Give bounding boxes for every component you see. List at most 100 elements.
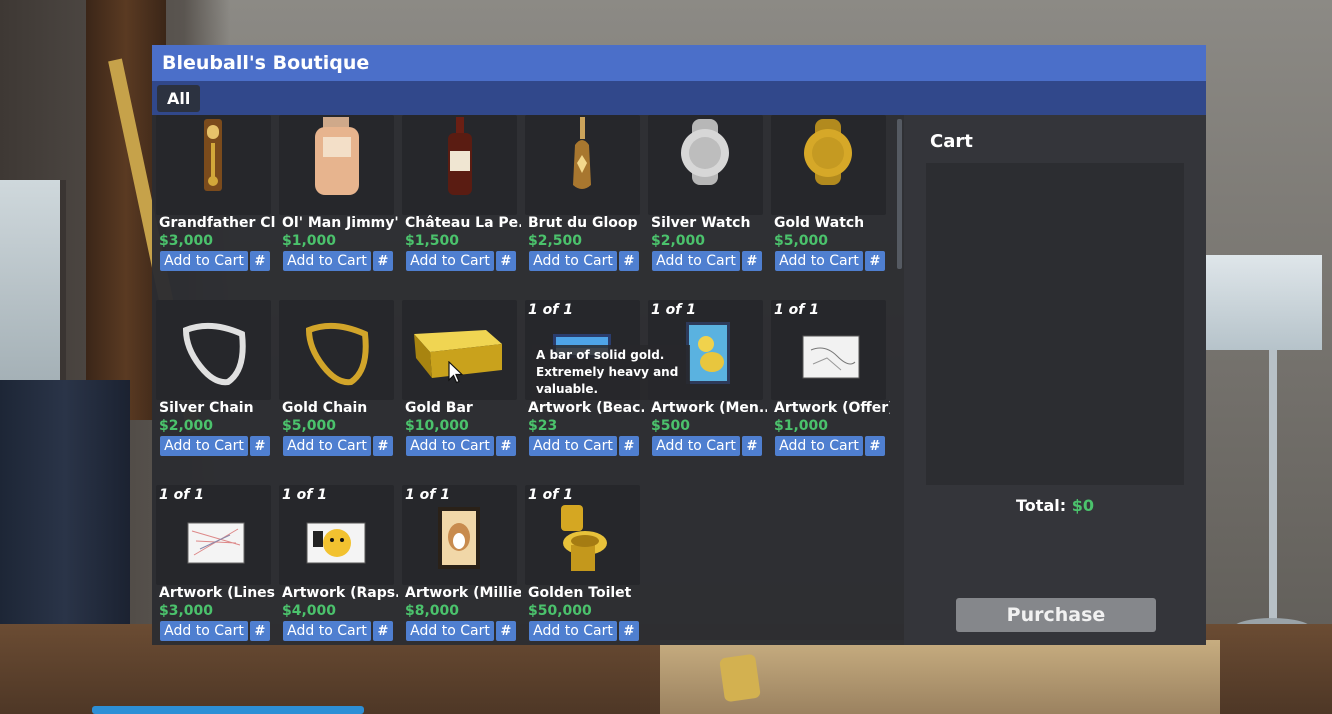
purchase-button[interactable]: Purchase	[956, 598, 1156, 632]
item-quantity: 1 of 1	[651, 302, 696, 318]
item-name: Artwork (Offer)	[774, 400, 890, 416]
item-thumbnail[interactable]	[156, 300, 271, 400]
add-to-cart-button[interactable]: Add to Cart	[160, 621, 248, 641]
quantity-hash-button[interactable]: #	[865, 436, 885, 456]
item-thumbnail[interactable]	[402, 300, 517, 400]
quantity-hash-button[interactable]: #	[250, 436, 270, 456]
quantity-hash-button[interactable]: #	[373, 251, 393, 271]
item-price: $23	[528, 418, 558, 434]
item-thumbnail[interactable]	[279, 115, 394, 215]
item-grid-area[interactable]: Grandfather Cl...$3,000Add to Cart#Ol' M…	[156, 115, 896, 645]
quantity-hash-button[interactable]: #	[619, 621, 639, 641]
add-to-cart-button[interactable]: Add to Cart	[283, 436, 371, 456]
shop-item-card: Silver Chain $2,000 Add to Cart #	[156, 300, 271, 477]
quantity-hash-button[interactable]: #	[373, 436, 393, 456]
item-quantity: 1 of 1	[528, 487, 573, 503]
add-to-cart-button[interactable]: Add to Cart	[406, 436, 494, 456]
shop-item-card: 1 of 1 Artwork (Offer) $1,000 Add to Cart #	[771, 300, 890, 477]
tab-all[interactable]: All	[157, 84, 201, 112]
item-thumbnail[interactable]	[402, 115, 517, 215]
floor-lamp-pole	[1269, 350, 1277, 630]
add-to-cart-button[interactable]: Add to Cart	[529, 436, 617, 456]
shop-item-card: Brut du Gloop $2,500 Add to Cart #	[525, 115, 640, 292]
quantity-hash-button[interactable]: #	[619, 251, 639, 271]
quantity-hash-button[interactable]: #	[250, 251, 270, 271]
shop-item-card: Gold Chain $5,000 Add to Cart #	[279, 300, 394, 477]
item-name: Silver Watch	[651, 215, 751, 231]
shop-item-card: 1 of 1 Artwork (Lines) $3,000 Add to Cart #	[156, 485, 275, 645]
item-thumbnail[interactable]	[156, 115, 271, 215]
item-name: Silver Chain	[159, 400, 254, 416]
mouse-cursor-icon	[448, 361, 464, 384]
total-value: $0	[1071, 496, 1094, 515]
item-quantity: 1 of 1	[774, 302, 819, 318]
item-price: $1,000	[282, 233, 337, 249]
item-name: Château La Pe...	[405, 215, 521, 231]
item-price: $1,000	[774, 418, 829, 434]
item-name: Brut du Gloop	[528, 215, 638, 231]
item-name: Artwork (Raps...	[282, 585, 398, 601]
add-to-cart-button[interactable]: Add to Cart	[775, 251, 863, 271]
quantity-hash-button[interactable]: #	[619, 436, 639, 456]
item-thumbnail[interactable]	[525, 115, 640, 215]
quantity-hash-button[interactable]: #	[250, 621, 270, 641]
add-to-cart-button[interactable]: Add to Cart	[160, 251, 248, 271]
item-name: Grandfather Cl...	[159, 215, 275, 231]
shop-item-card: 1 of 1 Artwork (Raps... $4,000 Add to Cart#	[279, 485, 398, 645]
shop-item-card: Gold Watch $5,000 Add to Cart #	[771, 115, 886, 292]
item-quantity: 1 of 1	[159, 487, 204, 503]
item-name: Artwork (Men...	[651, 400, 767, 416]
shop-item-card: Grandfather Cl... $3,000 Add to Cart#	[156, 115, 275, 292]
add-to-cart-button[interactable]: Add to Cart	[283, 251, 371, 271]
item-name: Artwork (Millie)	[405, 585, 521, 601]
shop-titlebar: Bleuball's Boutique	[152, 45, 1206, 81]
cart-total: Total: $0	[904, 496, 1206, 515]
shop-title: Bleuball's Boutique	[162, 52, 370, 74]
cart-title: Cart	[930, 131, 973, 152]
add-to-cart-button[interactable]: Add to Cart	[283, 621, 371, 641]
item-tooltip: A bar of solid gold. Extremely heavy and…	[532, 345, 690, 400]
quantity-hash-button[interactable]: #	[496, 251, 516, 271]
add-to-cart-button[interactable]: Add to Cart	[775, 436, 863, 456]
add-to-cart-button[interactable]: Add to Cart	[160, 436, 248, 456]
add-to-cart-button[interactable]: Add to Cart	[652, 436, 740, 456]
item-price: $10,000	[405, 418, 469, 434]
item-thumbnail[interactable]	[279, 300, 394, 400]
category-tabbar: All	[152, 81, 1206, 115]
item-quantity: 1 of 1	[405, 487, 450, 503]
add-to-cart-button[interactable]: Add to Cart	[406, 621, 494, 641]
cart-list[interactable]	[926, 163, 1184, 485]
add-to-cart-button[interactable]: Add to Cart	[652, 251, 740, 271]
grid-scrollbar[interactable]	[897, 119, 902, 269]
quantity-hash-button[interactable]: #	[496, 621, 516, 641]
item-price: $50,000	[528, 603, 592, 619]
quantity-hash-button[interactable]: #	[373, 621, 393, 641]
shop-item-card: Gold Bar $10,000 Add to Cart #	[402, 300, 517, 477]
item-name: Gold Chain	[282, 400, 368, 416]
add-to-cart-button[interactable]: Add to Cart	[406, 251, 494, 271]
item-quantity: 1 of 1	[528, 302, 573, 318]
add-to-cart-button[interactable]: Add to Cart	[529, 251, 617, 271]
item-quantity: 1 of 1	[282, 487, 327, 503]
shop-item-card: Silver Watch $2,000 Add to Cart #	[648, 115, 763, 292]
item-price: $2,500	[528, 233, 583, 249]
item-price: $5,000	[774, 233, 829, 249]
floor-lamp-shade	[1202, 255, 1322, 350]
hotbar-indicator	[92, 706, 364, 714]
item-price: $4,000	[282, 603, 337, 619]
item-name: Gold Watch	[774, 215, 865, 231]
item-price: $5,000	[282, 418, 337, 434]
quantity-hash-button[interactable]: #	[742, 251, 762, 271]
add-to-cart-button[interactable]: Add to Cart	[529, 621, 617, 641]
total-label: Total:	[1016, 496, 1067, 515]
quantity-hash-button[interactable]: #	[742, 436, 762, 456]
item-thumbnail[interactable]	[648, 115, 763, 215]
shop-item-card: Château La Pe... $1,500 Add to Cart#	[402, 115, 521, 292]
item-grid: Grandfather Cl...$3,000Add to Cart#Ol' M…	[156, 115, 890, 645]
item-thumbnail[interactable]	[771, 115, 886, 215]
shop-item-card: Ol' Man Jimmy's $1,000 Add to Cart #	[279, 115, 398, 292]
shop-item-card: 1 of 1 Artwork (Millie) $8,000 Add to Cart #	[402, 485, 521, 645]
cart-panel: Cart Total: $0 Purchase	[904, 115, 1206, 645]
quantity-hash-button[interactable]: #	[865, 251, 885, 271]
quantity-hash-button[interactable]: #	[496, 436, 516, 456]
